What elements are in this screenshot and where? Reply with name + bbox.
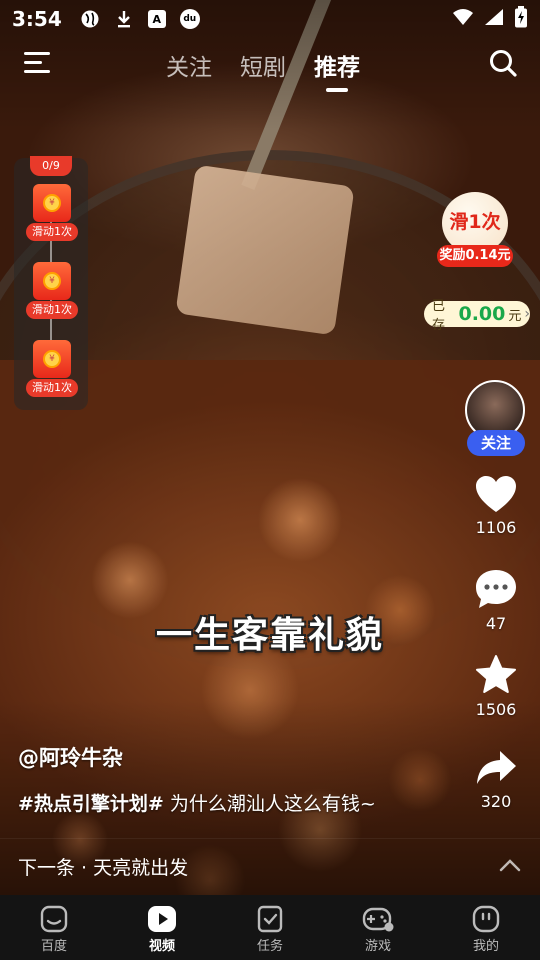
search-icon[interactable] (488, 48, 518, 78)
top-nav: 关注 短剧 推荐 (0, 42, 540, 94)
task-check-icon (257, 905, 283, 933)
tab-short-drama[interactable]: 短剧 (240, 48, 286, 90)
tab-following[interactable]: 关注 (166, 48, 212, 90)
nav-label: 游戏 (364, 939, 391, 954)
nav-item-tasks[interactable]: 任务 (216, 895, 324, 960)
video-description: #热点引擎计划# 为什么潮汕人这么有钱~ (18, 789, 376, 816)
share-button[interactable]: 320 (466, 748, 526, 811)
bottom-nav: 百度 视频 任务 游戏 我的 (0, 895, 540, 960)
profile-face-icon (472, 905, 500, 933)
nav-label: 视频 (148, 939, 175, 954)
nav-label: 我的 (472, 939, 499, 954)
feed-tabs: 关注 短剧 推荐 (166, 48, 360, 92)
hashtag-link[interactable]: #热点引擎计划# (18, 793, 164, 815)
status-time: 3:54 (12, 7, 62, 31)
nav-item-me[interactable]: 我的 (432, 895, 540, 960)
baidu-icon (40, 905, 68, 933)
share-arrow-icon (477, 751, 516, 784)
description-text: 为什么潮汕人这么有钱~ (163, 793, 376, 815)
nav-item-baidu[interactable]: 百度 (0, 895, 108, 960)
chevron-up-icon[interactable] (498, 857, 522, 876)
star-icon (476, 655, 516, 693)
battery-charging-icon (514, 6, 528, 32)
globe-icon (80, 9, 100, 29)
favorite-button[interactable]: 1506 (466, 654, 526, 719)
wifi-icon (452, 8, 474, 30)
reward-step-1[interactable]: ¥ 滑动1次 (26, 184, 78, 244)
author-avatar-group: 关注 (465, 380, 527, 456)
author-name[interactable]: @阿玲牛杂 (18, 742, 123, 772)
reward-progress-counter: 0/9 (30, 156, 72, 176)
saved-balance-pill[interactable]: 已存 0.00 元 › (424, 299, 530, 333)
menu-icon[interactable] (24, 52, 50, 76)
reward-step-label: 滑动1次 (26, 223, 78, 241)
reward-step-label: 滑动1次 (26, 379, 78, 397)
saved-unit: 元 (508, 308, 522, 324)
reward-step-label: 滑动1次 (26, 301, 78, 319)
download-icon (114, 9, 134, 29)
status-icons-left: A du (80, 9, 200, 29)
favorite-count: 1506 (475, 700, 517, 719)
red-envelope-icon: ¥ (33, 340, 71, 378)
swipe-reward-panel[interactable]: 0/9 ¥ 滑动1次 ¥ 滑动1次 ¥ 滑动1次 (14, 156, 88, 410)
gamepad-icon (362, 907, 394, 932)
nav-label: 任务 (256, 939, 283, 954)
nav-label: 百度 (40, 939, 67, 954)
heart-icon (476, 476, 516, 512)
reward-step-2[interactable]: ¥ 滑动1次 (26, 262, 78, 322)
like-button[interactable]: 1106 (466, 474, 526, 537)
saved-prefix: 已存 (432, 299, 446, 333)
next-video-label: 下一条 · 天亮就出发 (18, 857, 189, 879)
reward-step-3[interactable]: ¥ 滑动1次 (26, 340, 78, 400)
video-subtitle: 一生客靠礼貌 (155, 615, 384, 656)
reward-amount-badge: 奖励0.14元 (437, 245, 513, 267)
red-envelope-icon: ¥ (33, 262, 71, 300)
follow-button[interactable]: 关注 (467, 430, 525, 456)
chevron-right-icon: › (524, 306, 530, 322)
status-bar: 3:54 A du (0, 0, 540, 38)
signal-icon (484, 8, 504, 30)
a-box-icon: A (147, 10, 166, 28)
app-badge-icon: du (179, 9, 200, 29)
status-icons-right (452, 6, 528, 32)
video-frame-spatula (175, 164, 355, 336)
nav-item-games[interactable]: 游戏 (324, 895, 432, 960)
video-play-icon (148, 906, 176, 932)
next-video-bar[interactable]: 下一条 · 天亮就出发 (0, 838, 540, 894)
tab-recommended[interactable]: 推荐 (314, 48, 360, 92)
saved-amount: 0.00 (458, 303, 506, 325)
share-count: 320 (480, 792, 512, 811)
red-envelope-icon: ¥ (33, 184, 71, 222)
nav-item-video[interactable]: 视频 (108, 895, 216, 960)
like-count: 1106 (475, 518, 517, 537)
comment-bubble-icon (476, 570, 516, 608)
